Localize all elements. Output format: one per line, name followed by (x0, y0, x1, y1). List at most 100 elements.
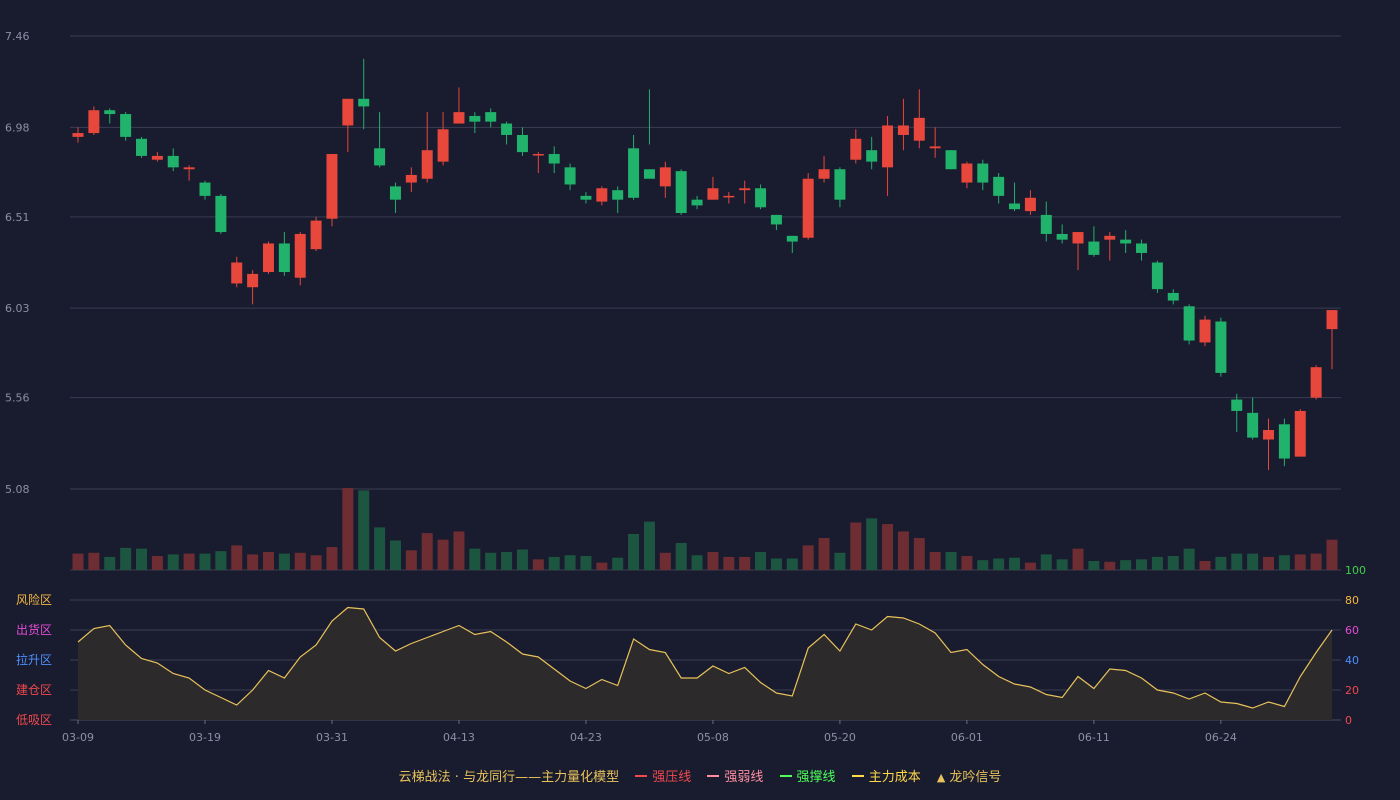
volume-bar (1263, 556, 1275, 570)
volume-bar (1009, 557, 1021, 570)
volume-bar (1278, 555, 1290, 570)
volume-bar (1231, 553, 1243, 570)
candle-body (707, 188, 719, 200)
stock-chart: 7.46 6.98 6.51 6.03 5.56 5.08 100 80 60 40 20 0 风险区… (5, 30, 1366, 744)
price-axis-labels: 7.46 6.98 6.51 6.03 5.56 5.08 (5, 30, 30, 496)
candle-body (199, 182, 211, 196)
volume-bar (262, 551, 274, 570)
candle-body (675, 171, 687, 214)
volume-bar (215, 551, 227, 570)
legend-swatch (779, 774, 792, 777)
candle-body (596, 188, 608, 202)
legend-label: 龙吟信号 (949, 770, 1002, 785)
volume-bar (231, 545, 243, 570)
volume-bar (834, 552, 846, 570)
volume-bar (882, 524, 894, 570)
date-tick-label: 04-23 (570, 731, 602, 744)
volume-bar (358, 490, 370, 570)
price-tick-label: 6.98 (5, 121, 30, 134)
volume-bar (247, 554, 259, 570)
volume-bar (929, 551, 941, 570)
volume-bar (151, 556, 163, 570)
volume-bar (469, 548, 481, 570)
candle-body (389, 186, 401, 200)
candle-body (929, 146, 941, 149)
date-tick-label: 06-24 (1205, 731, 1237, 744)
volume-bar (723, 556, 735, 570)
volume-bar (596, 562, 608, 570)
candle-body (818, 169, 830, 179)
volume-bar (389, 540, 401, 570)
volume-bar (707, 551, 719, 570)
volume-bar (564, 555, 576, 570)
volume-bar (1310, 553, 1322, 570)
candle-body (88, 110, 100, 134)
volume-bar (532, 559, 544, 570)
volume-bar (1072, 548, 1084, 570)
legend-swatch (707, 774, 720, 777)
volume-bar (977, 560, 989, 570)
price-tick-label: 7.46 (5, 30, 30, 43)
volume-bar (612, 557, 624, 570)
volume-bar (326, 547, 338, 570)
candle-body (120, 114, 132, 137)
candle-body (167, 155, 179, 168)
zone-label: 建仓区 (16, 683, 52, 697)
candle-body (913, 117, 925, 141)
volume-bar (104, 556, 116, 570)
candle-body (612, 190, 624, 200)
volume-bar (659, 552, 671, 570)
volume-bar (294, 552, 306, 570)
candle-body (437, 129, 449, 162)
volume-bar (643, 521, 655, 570)
volume-bar (1326, 539, 1338, 570)
candle-body (247, 273, 259, 288)
grid-lines (70, 35, 1341, 721)
volume-bar (1136, 559, 1148, 570)
indicator-area-fill (78, 607, 1332, 720)
candle-body (1009, 203, 1021, 210)
candle-body (1088, 241, 1100, 255)
zone-label: 风险区 (16, 592, 52, 607)
volume-bar (548, 556, 560, 570)
candle-body (72, 133, 84, 137)
legend-item-main-cost: 主力成本 (851, 766, 921, 785)
candle-body (310, 220, 322, 250)
candle-body (1310, 367, 1322, 398)
candle-body (1215, 321, 1227, 373)
volume-bar (405, 550, 417, 570)
chart-legend: 云梯战法 · 与龙同行——主力量化模型 强压线 强弱线 强撑线 主力成本 ▲ 龙吟… (0, 766, 1400, 785)
candle-body (326, 154, 338, 219)
volume-bar (437, 539, 449, 570)
volume-bar (1088, 560, 1100, 570)
candle-body (262, 243, 274, 273)
date-tick-label: 03-31 (316, 731, 348, 744)
date-tick-label: 05-08 (697, 731, 729, 744)
candle-body (215, 195, 227, 233)
volume-bar (1040, 554, 1052, 570)
volume-bar (88, 552, 100, 570)
candlestick-series (72, 58, 1338, 470)
candle-body (183, 167, 195, 170)
candle-body (358, 98, 370, 107)
candle-body (659, 167, 671, 187)
volume-bar (135, 548, 147, 570)
candle-body (1294, 410, 1306, 457)
candle-body (342, 98, 354, 126)
zone-label: 出货区 (16, 622, 52, 637)
date-tick-label: 06-01 (951, 731, 983, 744)
volume-bar (516, 549, 528, 570)
candle-body (1072, 232, 1084, 244)
date-tick-label: 04-13 (443, 731, 475, 744)
price-tick-label: 6.51 (5, 211, 30, 224)
candle-body (961, 163, 973, 183)
volume-bar (278, 553, 290, 570)
indicator-tick-label: 40 (1345, 654, 1359, 667)
legend-swatch (851, 774, 864, 777)
legend-item-strong-support: 强撑线 (779, 766, 836, 785)
indicator-tick-label: 100 (1345, 564, 1366, 577)
candle-body (643, 169, 655, 179)
volume-bar (818, 538, 830, 570)
candle-body (104, 110, 116, 115)
candle-body (1278, 424, 1290, 459)
